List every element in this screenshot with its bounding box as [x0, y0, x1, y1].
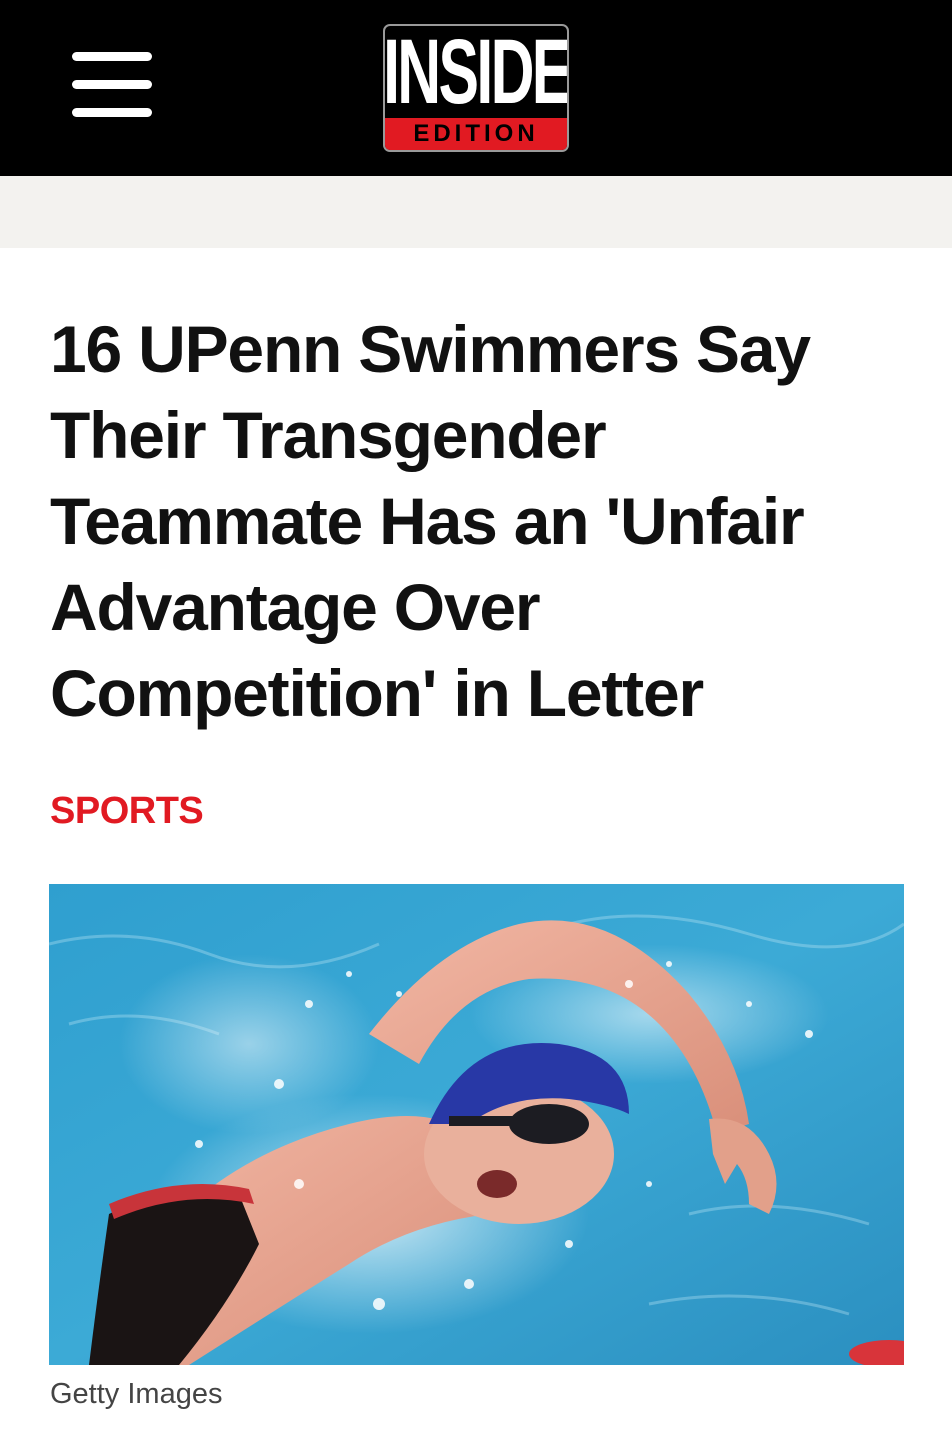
- image-credit: Getty Images: [50, 1378, 223, 1410]
- site-header: INSIDE EDITION: [0, 0, 952, 176]
- logo-line2: EDITION: [413, 120, 539, 147]
- menu-line: [72, 80, 152, 89]
- logo-line1: INSIDE: [383, 24, 569, 123]
- article-image: [49, 884, 904, 1365]
- article-title: 16 UPenn Swimmers Say Their Transgender …: [50, 312, 811, 730]
- logo-top: INSIDE: [383, 24, 569, 123]
- inside-edition-logo[interactable]: INSIDE EDITION: [383, 24, 569, 152]
- menu-line: [72, 52, 152, 61]
- category-link[interactable]: SPORTS: [50, 788, 204, 834]
- subnav-bar: [0, 176, 952, 248]
- logo-red-bar: EDITION: [385, 118, 567, 150]
- menu-line: [72, 108, 152, 117]
- hamburger-menu-icon[interactable]: [72, 52, 152, 118]
- swimmer-photo: [49, 884, 904, 1365]
